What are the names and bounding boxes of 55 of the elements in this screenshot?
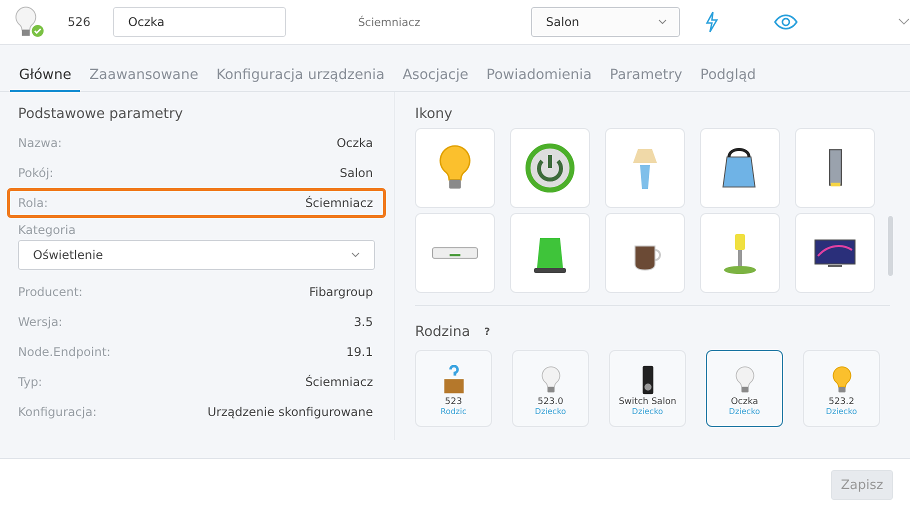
relation-label: Dziecko	[826, 407, 858, 416]
field-value: 3.5	[354, 315, 373, 329]
chevron-down-icon[interactable]	[898, 18, 910, 26]
caret-icon	[351, 252, 360, 258]
relation-label: Rodzic	[440, 407, 466, 416]
field-label: Konfiguracja:	[18, 405, 97, 419]
field-label: Node.Endpoint:	[18, 345, 111, 359]
device-name: 523	[444, 397, 462, 407]
room-select[interactable]: Salon	[531, 7, 680, 37]
icon-card[interactable]	[605, 213, 685, 293]
field-value: 19.1	[346, 345, 373, 359]
caret-icon	[658, 19, 667, 25]
category-select[interactable]: Oświetlenie	[18, 240, 375, 270]
device-role: Ściemniacz	[358, 16, 422, 28]
power-icon	[525, 143, 575, 193]
family-card[interactable]: Switch Salon Dziecko	[609, 350, 686, 427]
section-title: Podstawowe parametry	[17, 106, 184, 124]
field-value: Urządzenie skonfigurowane	[208, 405, 373, 419]
device-name: Oczka	[730, 397, 758, 407]
icon-card[interactable]	[795, 213, 875, 293]
family-card[interactable]: 523.2 Dziecko	[803, 350, 880, 427]
device-id: 526	[68, 15, 92, 29]
field-value: Oczka	[336, 136, 373, 150]
device-name: 523.2	[828, 397, 854, 407]
field-label: Wersja:	[18, 315, 62, 329]
lightning-icon[interactable]	[704, 11, 718, 33]
relation-label: Dziecko	[632, 407, 664, 416]
field-value: Salon	[340, 166, 373, 180]
field-label: Kategoria	[17, 223, 77, 239]
field-label: Typ:	[18, 375, 42, 389]
family-card[interactable]: 523 Rodzic	[415, 350, 492, 427]
family-card[interactable]: 523.0 Dziecko	[512, 350, 589, 427]
field-value: Ściemniacz	[305, 196, 373, 210]
scrollbar[interactable]	[888, 216, 893, 276]
field-value: Fibargroup	[309, 285, 373, 299]
field-label: Nazwa:	[18, 136, 62, 150]
section-title: Rodzina	[415, 324, 470, 340]
section-title: Ikony	[415, 106, 454, 124]
icon-card[interactable]	[700, 128, 780, 208]
device-name: Switch Salon	[618, 397, 676, 407]
help-mark[interactable]: ?	[484, 326, 490, 338]
field-value: Ściemniacz	[305, 375, 373, 389]
device-name: 523.0	[538, 397, 564, 407]
relation-label: Dziecko	[534, 407, 566, 416]
family-card[interactable]: Oczka Dziecko	[706, 350, 783, 427]
field-label: Pokój:	[18, 166, 54, 180]
icon-card[interactable]	[510, 128, 590, 208]
wall-light-icon	[828, 149, 842, 187]
name-field[interactable]: Oczka	[113, 7, 286, 37]
icon-card[interactable]	[510, 213, 590, 293]
air-conditioner-icon	[432, 247, 478, 259]
relation-label: Dziecko	[728, 407, 760, 416]
field-label: Rola:	[18, 196, 48, 210]
eye-icon[interactable]	[774, 14, 798, 30]
field-label: Producent:	[18, 285, 83, 299]
